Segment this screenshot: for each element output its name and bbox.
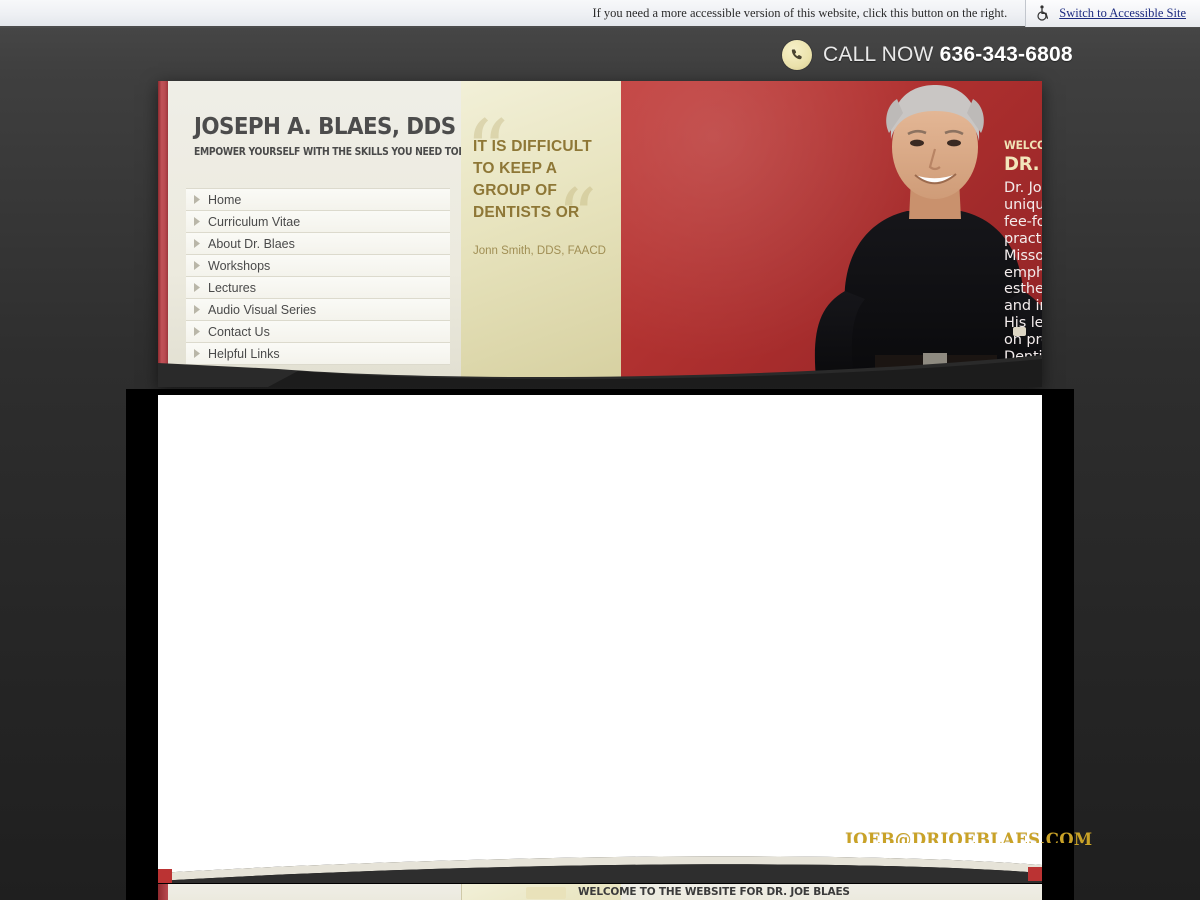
switch-accessible-site-label[interactable]: Switch to Accessible Site <box>1059 6 1186 21</box>
chevron-right-icon <box>190 283 204 292</box>
brand-panel: JOSEPH A. BLAES, DDS EMPOWER YOURSELF WI… <box>168 81 478 387</box>
chevron-right-icon <box>190 261 204 270</box>
page-root: If you need a more accessible version of… <box>0 0 1200 900</box>
phone-icon <box>782 40 812 70</box>
call-now-block[interactable]: CALL NOW 636-343-6808 <box>782 40 1073 70</box>
nav-item-contact-us[interactable]: Contact Us <box>186 321 450 343</box>
brand-tagline: EMPOWER YOURSELF WITH THE SKILLS YOU NEE… <box>194 146 479 158</box>
chevron-right-icon <box>190 305 204 314</box>
testimonial-text: IT IS DIFFICULT TO KEEP A GROUP OF DENTI… <box>473 138 592 221</box>
chevron-right-icon <box>190 349 204 358</box>
chevron-right-icon <box>190 239 204 248</box>
nav-item-curriculum-vitae[interactable]: Curriculum Vitae <box>186 211 450 233</box>
nav-label: Home <box>208 192 242 207</box>
testimonial-panel: “ “ IT IS DIFFICULT TO KEEP A GROUP OF D… <box>461 81 621 387</box>
nav-label: Curriculum Vitae <box>208 214 301 229</box>
call-now-label: CALL NOW 636-343-6808 <box>823 43 1073 67</box>
nav-item-about-dr-blaes[interactable]: About Dr. Blaes <box>186 233 450 255</box>
welcome-body-text: Dr. Joe Blaes created a unique, insuranc… <box>1004 180 1042 387</box>
page-title: JOSEPH A. BLAES, DDS <box>194 114 456 140</box>
main-content-area <box>158 395 1042 861</box>
welcome-panel: WELCOME TO THE WEBSITE FOR DR. JOE BLAES… <box>621 81 1042 387</box>
welcome-heading: DR. JOE BLAES <box>1004 153 1042 175</box>
main-navigation: Home Curriculum Vitae About Dr. Blaes Wo… <box>186 188 450 365</box>
welcome-eyebrow: WELCOME TO THE WEBSITE FOR <box>1004 138 1042 152</box>
phone-number[interactable]: 636-343-6808 <box>940 43 1073 66</box>
chevron-right-icon <box>190 217 204 226</box>
nav-item-helpful-links[interactable]: Helpful Links <box>186 343 450 365</box>
chevron-right-icon <box>190 327 204 336</box>
wheelchair-icon <box>1036 5 1050 21</box>
footer-red-stripe <box>158 884 168 900</box>
testimonial-author: Jonn Smith, DDS, FAACD <box>473 245 606 257</box>
nav-label: Audio Visual Series <box>208 302 317 317</box>
footer-divider <box>461 884 462 900</box>
site-header-card: JOSEPH A. BLAES, DDS EMPOWER YOURSELF WI… <box>158 81 1042 387</box>
nav-item-workshops[interactable]: Workshops <box>186 255 450 277</box>
chevron-right-icon <box>190 195 204 204</box>
accessibility-bar: If you need a more accessible version of… <box>0 0 1200 28</box>
nav-item-audio-visual-series[interactable]: Audio Visual Series <box>186 299 450 321</box>
nav-label: Contact Us <box>208 324 270 339</box>
footer-repeat-header: WELCOME TO THE WEBSITE FOR DR. JOE BLAES <box>158 884 1042 900</box>
nav-label: Lectures <box>208 280 256 295</box>
footer-badge <box>526 887 566 899</box>
call-now-text: CALL NOW <box>823 43 934 66</box>
switch-accessible-site-button[interactable]: Switch to Accessible Site <box>1025 0 1200 27</box>
footer-swoosh-divider <box>126 843 1074 883</box>
nav-label: About Dr. Blaes <box>208 236 295 251</box>
nav-item-home[interactable]: Home <box>186 188 450 211</box>
footer-welcome-heading: WELCOME TO THE WEBSITE FOR DR. JOE BLAES <box>578 886 850 898</box>
header-red-stripe <box>158 81 168 387</box>
nav-label: Helpful Links <box>208 346 280 361</box>
nav-item-lectures[interactable]: Lectures <box>186 277 450 299</box>
nav-label: Workshops <box>208 258 271 273</box>
accessibility-message: If you need a more accessible version of… <box>592 5 1008 20</box>
